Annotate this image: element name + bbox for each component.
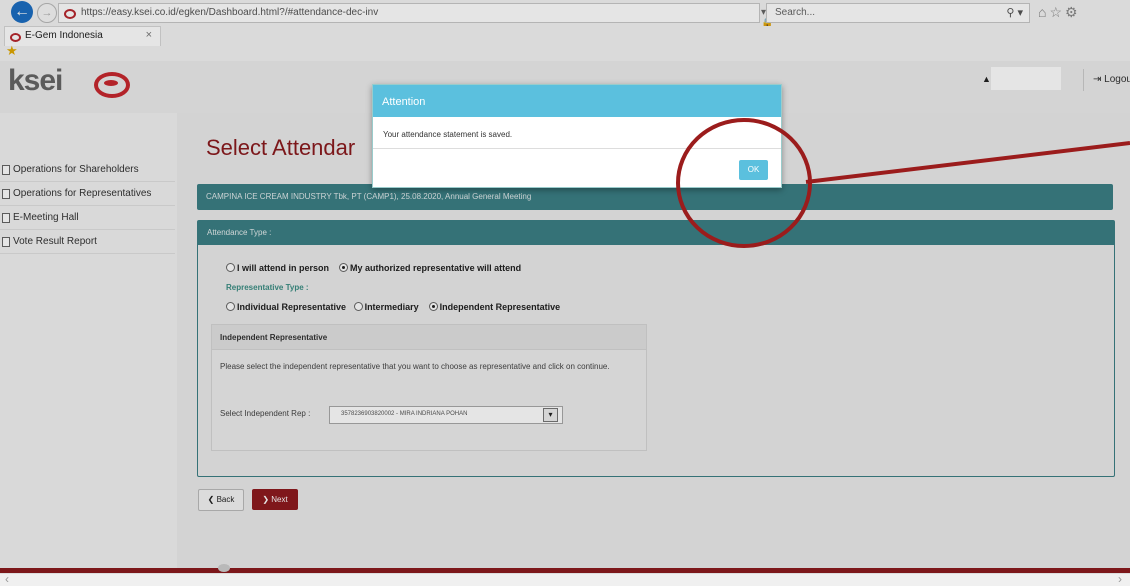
dialog-header: Attention — [373, 85, 781, 117]
ok-button[interactable]: OK — [739, 160, 768, 180]
dialog-message: Your attendance statement is saved. — [383, 130, 513, 139]
scroll-left-icon[interactable]: ‹ — [5, 572, 9, 586]
scroll-right-icon[interactable]: › — [1118, 572, 1122, 586]
dialog-title: Attention — [382, 96, 426, 108]
attention-dialog: Attention Your attendance statement is s… — [372, 84, 782, 188]
horizontal-scrollbar[interactable]: ‹ › — [0, 572, 1130, 586]
dialog-divider — [373, 148, 781, 149]
